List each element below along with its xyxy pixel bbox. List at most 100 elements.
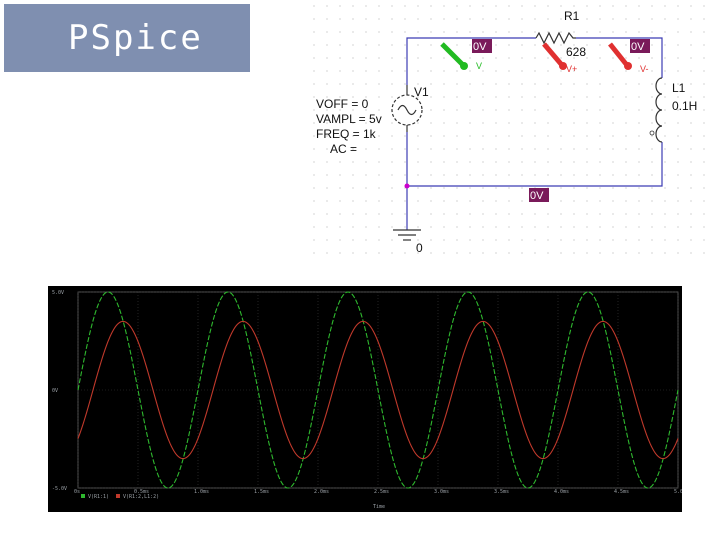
grid-dot: [404, 148, 406, 150]
grid-dot: [391, 187, 393, 189]
grid-dot: [469, 239, 471, 241]
grid-dot: [352, 83, 354, 85]
grid-dot: [391, 213, 393, 215]
grid-dot: [430, 174, 432, 176]
grid-dot: [703, 109, 705, 111]
grid-dot: [469, 109, 471, 111]
grid-dot: [547, 18, 549, 20]
grid-dot: [651, 83, 653, 85]
grid-dot: [612, 70, 614, 72]
grid-dot: [365, 226, 367, 228]
grid-dot: [599, 161, 601, 163]
probe-3[interactable]: 0V V-: [608, 39, 650, 74]
grid-dot: [313, 122, 315, 124]
grid-dot: [404, 83, 406, 85]
inductor-value: 0.1H: [672, 99, 697, 113]
grid-dot: [313, 70, 315, 72]
grid-dot: [638, 135, 640, 137]
grid-dot: [430, 57, 432, 59]
grid-dot: [651, 148, 653, 150]
grid-dot: [586, 57, 588, 59]
grid-dot: [430, 31, 432, 33]
grid-dot: [560, 148, 562, 150]
grid-dot: [521, 187, 523, 189]
grid-dot: [456, 239, 458, 241]
grid-dot: [677, 122, 679, 124]
grid-dot: [404, 174, 406, 176]
grid-dot: [599, 148, 601, 150]
grid-dot: [547, 83, 549, 85]
grid-dot: [417, 122, 419, 124]
grid-dot: [365, 200, 367, 202]
grid-dot: [482, 174, 484, 176]
grid-dot: [560, 83, 562, 85]
grid-dot: [638, 213, 640, 215]
grid-dot: [326, 18, 328, 20]
grid-dot: [547, 213, 549, 215]
grid-dot: [547, 148, 549, 150]
grid-dot: [521, 18, 523, 20]
grid-dot: [612, 5, 614, 7]
grid-dot: [599, 70, 601, 72]
grid-dot: [456, 213, 458, 215]
grid-dot: [651, 70, 653, 72]
grid-dot: [365, 44, 367, 46]
grid-dot: [456, 148, 458, 150]
grid-dot: [404, 200, 406, 202]
grid-dot: [638, 57, 640, 59]
grid-dot: [456, 226, 458, 228]
grid-dot: [664, 122, 666, 124]
grid-dot: [443, 57, 445, 59]
grid-dot: [508, 174, 510, 176]
grid-dot: [404, 57, 406, 59]
grid-dot: [469, 200, 471, 202]
grid-dot: [313, 31, 315, 33]
probe-1[interactable]: 0V V: [440, 39, 492, 71]
grid-dot: [521, 109, 523, 111]
grid-dot: [326, 57, 328, 59]
grid-dot: [599, 18, 601, 20]
grid-dot: [677, 44, 679, 46]
grid-dot: [313, 109, 315, 111]
grid-dot: [508, 18, 510, 20]
grid-dot: [560, 96, 562, 98]
inductor-ref: L1: [672, 81, 686, 95]
grid-dot: [443, 70, 445, 72]
grid-dot: [417, 57, 419, 59]
probe-1-value: 0V: [473, 41, 487, 53]
grid-dot: [508, 57, 510, 59]
grid-dot: [443, 135, 445, 137]
grid-dot: [638, 109, 640, 111]
grid-dot: [625, 200, 627, 202]
grid-dot: [612, 83, 614, 85]
grid-dot: [560, 122, 562, 124]
grid-dot: [391, 122, 393, 124]
grid-dot: [625, 31, 627, 33]
grid-dot: [703, 96, 705, 98]
grid-dot: [651, 187, 653, 189]
grid-dot: [547, 122, 549, 124]
grid-dot: [612, 252, 614, 254]
grid-dot: [469, 213, 471, 215]
grid-dot: [378, 200, 380, 202]
grid-dot: [443, 96, 445, 98]
grid-dot: [495, 57, 497, 59]
grid-dot: [404, 31, 406, 33]
grid-dot: [482, 96, 484, 98]
probe-1-tip: [460, 62, 468, 70]
grid-dot: [677, 70, 679, 72]
grid-dot: [352, 213, 354, 215]
grid-dot: [456, 18, 458, 20]
grid-dot: [625, 135, 627, 137]
grid-dot: [430, 135, 432, 137]
grid-dot: [677, 5, 679, 7]
plot-ticks: 0s 0.5ms 1.0ms 1.5ms 2.0ms 2.5ms 3.0ms 3.5ms 4.0…: [52, 290, 682, 495]
grid-dot: [326, 83, 328, 85]
grid-dot: [703, 18, 705, 20]
grid-dot: [612, 31, 614, 33]
grid-dot: [703, 226, 705, 228]
grid-dot: [677, 96, 679, 98]
grid-dot: [365, 148, 367, 150]
grid-dot: [313, 57, 315, 59]
grid-dot: [534, 122, 536, 124]
